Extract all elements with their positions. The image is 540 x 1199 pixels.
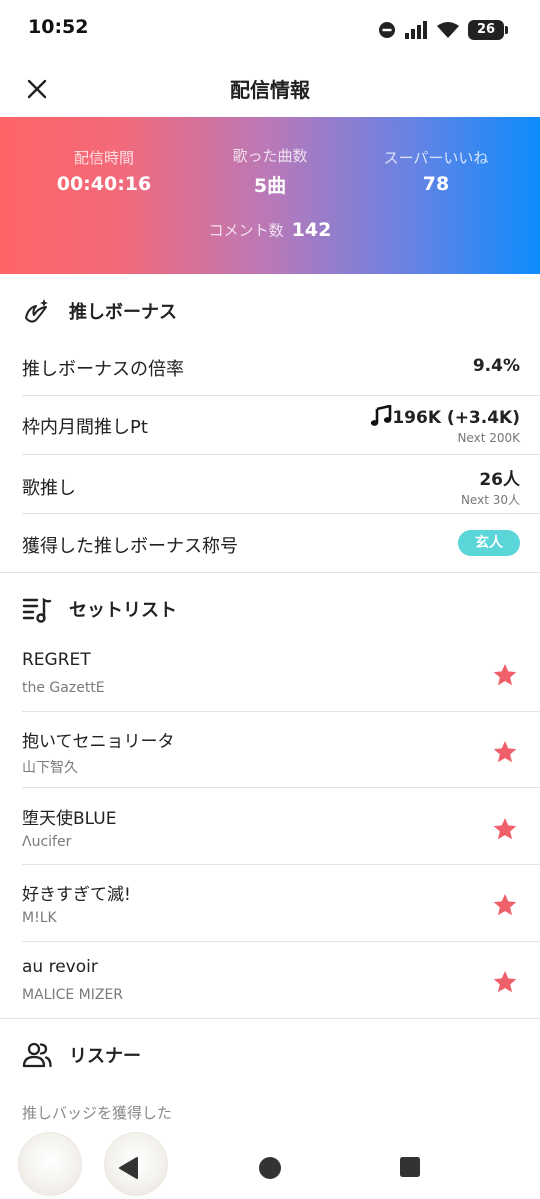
divider	[22, 513, 540, 514]
listeners-header: リスナー	[22, 1037, 141, 1073]
setlist-title: セットリスト	[69, 600, 177, 621]
home-icon[interactable]	[258, 1156, 282, 1180]
status-time: 10:52	[28, 16, 89, 38]
star-icon[interactable]	[492, 892, 518, 918]
stat-superlikes-value: 78	[422, 173, 450, 195]
song-title: au revoir	[22, 957, 98, 977]
uta-oshi-row: 歌推し 26人 Next 30人	[22, 463, 520, 509]
song-artist: the GazettE	[22, 680, 105, 696]
back-icon[interactable]	[117, 1156, 141, 1180]
users-icon	[22, 1042, 52, 1068]
song-title: REGRET	[22, 650, 91, 670]
oshi-bonus-title: 推しボーナス	[69, 302, 177, 323]
bonus-rate-row: 推しボーナスの倍率 9.4%	[22, 355, 520, 380]
song-artist: M!LK	[22, 910, 57, 926]
monthly-pt-label: 枠内月間推しPt	[22, 417, 148, 438]
song-artist: MALICE MIZER	[22, 987, 124, 1003]
section-divider	[0, 572, 540, 573]
star-icon[interactable]	[492, 969, 518, 995]
stats-banner: 配信時間 00:40:16 歌った曲数 5曲 スーパーいいね 78 コメント数 1…	[0, 117, 540, 274]
setlist-header: セットリスト	[22, 591, 177, 627]
monthly-pt-value: 196K (+3.4K)	[392, 408, 520, 428]
divider	[22, 787, 540, 788]
stat-comments-value: 142	[291, 219, 332, 241]
bonus-rate-label: 推しボーナスの倍率	[22, 359, 184, 380]
stat-duration-value: 00:40:16	[56, 173, 152, 195]
status-bar: 10:52 26	[0, 0, 540, 58]
setlist-item[interactable]: 好きすぎて滅! M!LK	[22, 880, 520, 956]
setlist-item[interactable]: 堕天使BLUE Λucifer	[22, 804, 520, 880]
bonus-title-label: 獲得した推しボーナス称号	[22, 536, 238, 557]
stat-duration-label: 配信時間	[73, 149, 134, 167]
stat-songs: 歌った曲数 5曲	[185, 145, 355, 198]
status-icons: 26	[378, 18, 508, 42]
divider	[22, 395, 540, 396]
stat-comments-label: コメント数	[208, 221, 284, 240]
song-title: 好きすぎて滅!	[22, 885, 131, 905]
recents-icon[interactable]	[399, 1156, 421, 1178]
wifi-icon	[437, 22, 459, 38]
monthly-pt-next: Next 200K	[457, 431, 520, 445]
stat-songs-value: 5曲	[253, 175, 287, 197]
song-title: 抱いてセニョリータ	[22, 732, 175, 752]
song-title: 堕天使BLUE	[22, 809, 117, 829]
bonus-title-badge: 玄人	[458, 530, 520, 556]
oshi-bonus-header: 推しボーナス	[22, 293, 177, 329]
battery-icon: 26	[468, 20, 508, 40]
bonus-title-row: 獲得した推しボーナス称号 玄人	[22, 530, 520, 558]
setlist-item[interactable]: REGRET the GazettE	[22, 650, 520, 726]
uta-oshi-label: 歌推し	[22, 478, 76, 499]
song-artist: 山下智久	[22, 760, 78, 776]
page-title: 配信情報	[230, 78, 310, 102]
stat-songs-label: 歌った曲数	[232, 147, 308, 165]
bonus-rate-value: 9.4%	[472, 356, 520, 376]
star-icon[interactable]	[492, 816, 518, 842]
stat-comments: コメント数 142	[0, 219, 540, 241]
dnd-icon	[379, 22, 395, 38]
app-header: 配信情報	[0, 58, 540, 118]
setlist-item[interactable]: 抱いてセニョリータ 山下智久	[22, 727, 520, 803]
monthly-pt-row: 枠内月間推しPt 196K (+3.4K) Next 200K	[22, 403, 520, 449]
stat-superlikes: スーパーいいね 78	[351, 147, 521, 195]
listeners-title: リスナー	[69, 1046, 141, 1067]
song-artist: Λucifer	[22, 834, 72, 850]
music-note-icon	[371, 404, 392, 426]
star-icon[interactable]	[492, 739, 518, 765]
uta-oshi-value: 26人	[479, 470, 520, 490]
uta-oshi-next: Next 30人	[460, 493, 520, 507]
star-icon[interactable]	[492, 662, 518, 688]
listeners-subtitle: 推しバッジを獲得した	[22, 1104, 173, 1122]
setlist-icon	[22, 597, 52, 623]
section-divider	[0, 1018, 540, 1019]
monthly-pt-value-wrap: 196K (+3.4K)	[370, 404, 520, 428]
stat-superlikes-label: スーパーいいね	[383, 149, 489, 167]
stat-duration: 配信時間 00:40:16	[19, 147, 189, 195]
setlist-item[interactable]: au revoir MALICE MIZER	[22, 957, 520, 1033]
signal-icon	[405, 21, 427, 39]
divider	[22, 864, 540, 865]
divider	[22, 941, 540, 942]
divider	[22, 454, 540, 455]
divider	[22, 711, 540, 712]
navigation-bar	[0, 1138, 540, 1199]
wing-icon	[25, 299, 48, 323]
